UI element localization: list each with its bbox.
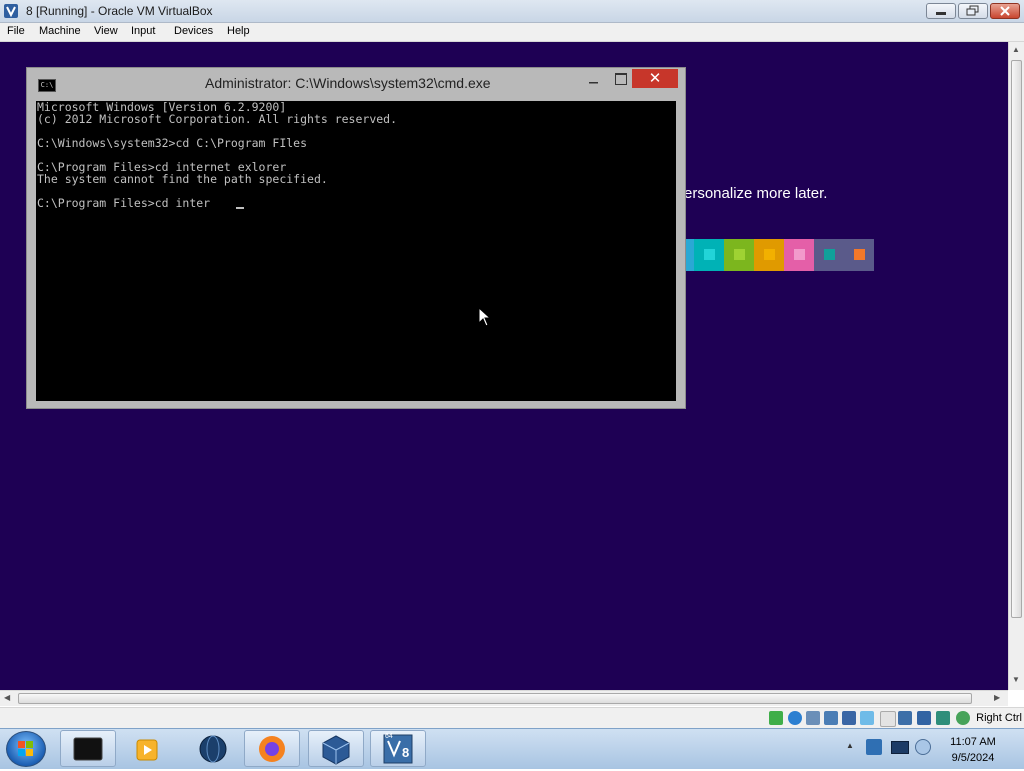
menu-input[interactable]: Input bbox=[131, 25, 155, 37]
vm-badge-number: 8 bbox=[402, 745, 410, 760]
personalize-text: ersonalize more later. bbox=[684, 185, 828, 202]
start-button[interactable] bbox=[6, 731, 46, 767]
scroll-down-icon[interactable]: ▼ bbox=[1012, 675, 1020, 684]
cpu-icon[interactable] bbox=[936, 711, 950, 725]
terminal-app-icon bbox=[73, 737, 103, 761]
network-icon[interactable] bbox=[824, 711, 838, 725]
menu-help[interactable]: Help bbox=[227, 25, 250, 37]
tray-clock[interactable]: 11:07 AM 9/5/2024 bbox=[940, 734, 1006, 766]
mouse-pointer-icon bbox=[478, 307, 492, 327]
color-swatch[interactable] bbox=[844, 239, 874, 271]
vertical-scrollbar[interactable]: ▲ ▼ bbox=[1008, 42, 1024, 690]
horizontal-scroll-thumb[interactable] bbox=[18, 693, 972, 704]
cmd-title: Administrator: C:\Windows\system32\cmd.e… bbox=[205, 75, 491, 91]
cmd-maximize-button[interactable] bbox=[615, 73, 627, 85]
host-title-bar: 8 [Running] - Oracle VM VirtualBox bbox=[0, 0, 1024, 23]
hdd-icon[interactable] bbox=[769, 711, 783, 725]
taskbar-app-terminal[interactable] bbox=[60, 730, 116, 767]
recording-icon[interactable] bbox=[917, 711, 931, 725]
taskbar-app-firefox[interactable] bbox=[244, 730, 300, 767]
taskbar-app-media[interactable] bbox=[120, 730, 176, 767]
console-line: (c) 2012 Microsoft Corporation. All righ… bbox=[37, 112, 398, 126]
restore-button[interactable] bbox=[958, 3, 988, 19]
color-swatch[interactable] bbox=[694, 239, 724, 271]
cmd-window[interactable]: C:\ Administrator: C:\Windows\system32\c… bbox=[26, 67, 686, 409]
tray-expand-icon[interactable]: ▲ bbox=[846, 741, 854, 750]
cmd-close-button[interactable]: ✕ bbox=[632, 69, 678, 88]
console-line: C:\Windows\system32>cd C:\Program FIles bbox=[37, 136, 308, 150]
close-icon bbox=[1000, 6, 1010, 16]
menu-file[interactable]: File bbox=[7, 25, 25, 37]
menu-view[interactable]: View bbox=[94, 25, 118, 37]
minimize-icon bbox=[936, 12, 946, 15]
windows-logo-icon bbox=[18, 741, 33, 756]
video-capture-icon[interactable] bbox=[898, 711, 912, 725]
media-player-icon bbox=[136, 739, 158, 761]
virtualbox-app-icon bbox=[4, 4, 18, 18]
taskbar: 64 8 ▲ 11:07 AM 9/5/2024 bbox=[0, 728, 1024, 769]
globe-icon bbox=[199, 735, 227, 763]
color-swatch[interactable] bbox=[724, 239, 754, 271]
console-line: The system cannot find the path specifie… bbox=[37, 172, 328, 186]
mouse-integration-icon[interactable] bbox=[956, 711, 970, 725]
menu-bar: File Machine View Input Devices Help bbox=[0, 23, 1024, 42]
vm-badge-arch: 64 bbox=[385, 733, 393, 740]
color-swatch[interactable] bbox=[814, 239, 844, 271]
shared-folder-icon[interactable] bbox=[860, 711, 874, 725]
minimize-button[interactable] bbox=[926, 3, 956, 19]
usb-icon[interactable] bbox=[842, 711, 856, 725]
color-swatches bbox=[686, 239, 874, 271]
menu-machine[interactable]: Machine bbox=[39, 25, 81, 37]
taskbar-app-vm-8[interactable]: 64 8 bbox=[370, 730, 426, 767]
tray-date: 9/5/2024 bbox=[951, 752, 995, 764]
restore-icon bbox=[966, 5, 979, 16]
minimize-icon bbox=[589, 82, 598, 84]
vm-status-bar: Right Ctrl bbox=[0, 707, 1024, 729]
color-swatch[interactable] bbox=[686, 239, 694, 271]
color-swatch[interactable] bbox=[784, 239, 814, 271]
menu-devices[interactable]: Devices bbox=[174, 25, 213, 37]
display-icon[interactable] bbox=[880, 711, 896, 727]
virtualbox-vm-icon bbox=[383, 734, 413, 764]
taskbar-app-globe[interactable] bbox=[185, 730, 241, 767]
cmd-minimize-button[interactable] bbox=[587, 74, 601, 88]
close-window-button[interactable] bbox=[990, 3, 1020, 19]
virtualbox-icon bbox=[322, 735, 350, 765]
host-key-label: Right Ctrl bbox=[976, 712, 1022, 724]
optical-icon[interactable] bbox=[788, 711, 802, 725]
window-title: 8 [Running] - Oracle VM VirtualBox bbox=[26, 4, 213, 18]
vertical-scroll-thumb[interactable] bbox=[1011, 60, 1022, 618]
tray-volume-icon[interactable] bbox=[915, 739, 931, 755]
tray-time: 11:07 AM bbox=[950, 736, 996, 748]
taskbar-app-virtualbox[interactable] bbox=[308, 730, 364, 767]
firefox-icon bbox=[259, 736, 285, 762]
cmd-icon: C:\ bbox=[38, 79, 56, 92]
horizontal-scrollbar[interactable]: ◀ ▶ bbox=[0, 690, 1008, 706]
scroll-left-icon[interactable]: ◀ bbox=[4, 693, 10, 702]
audio-icon[interactable] bbox=[806, 711, 820, 725]
tray-display-icon[interactable] bbox=[891, 741, 909, 754]
color-swatch[interactable] bbox=[754, 239, 784, 271]
tray-flag-icon[interactable] bbox=[866, 739, 882, 755]
scroll-up-icon[interactable]: ▲ bbox=[1012, 45, 1020, 54]
console-line: C:\Program Files>cd inter bbox=[37, 196, 211, 210]
text-cursor bbox=[236, 207, 244, 209]
cmd-console[interactable]: Microsoft Windows [Version 6.2.9200] (c)… bbox=[36, 101, 676, 401]
scroll-right-icon[interactable]: ▶ bbox=[994, 693, 1000, 702]
